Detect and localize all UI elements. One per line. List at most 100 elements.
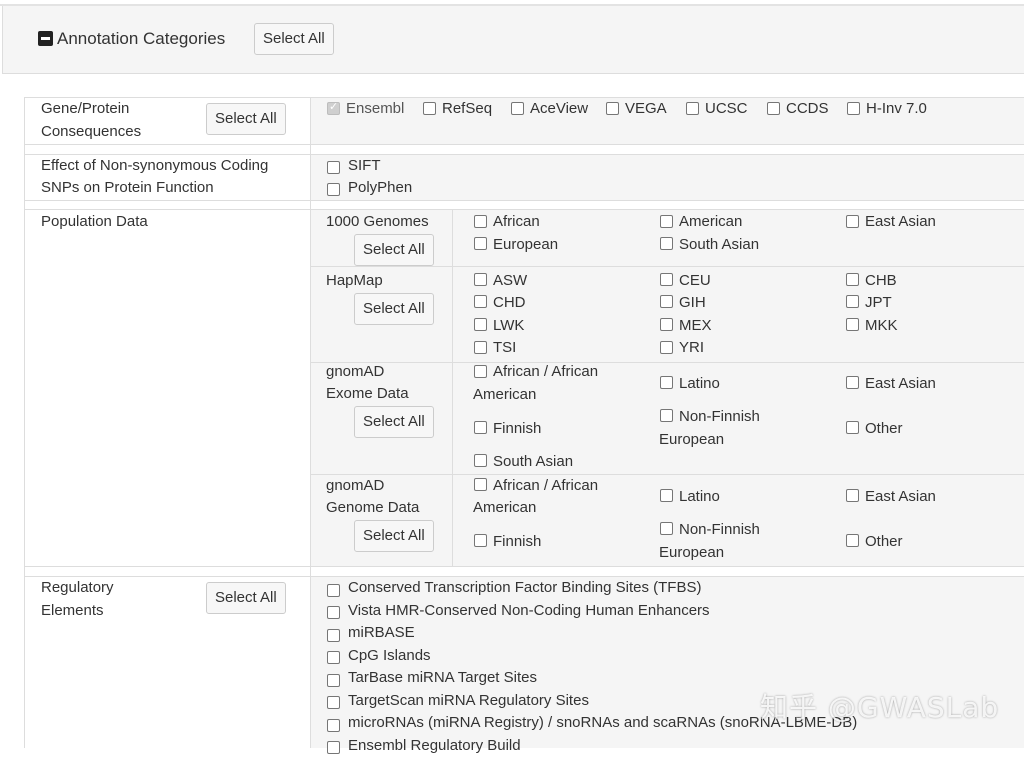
gnomad-exome-label-line1: gnomAD xyxy=(326,363,385,380)
hapmap-tsi-checkbox[interactable] xyxy=(474,341,487,354)
select-all-1000genomes-button[interactable]: Select All xyxy=(354,234,434,266)
hapmap-gih-label: GIH xyxy=(679,294,706,311)
tarbase-label: TarBase miRNA Target Sites xyxy=(348,669,537,686)
exome-finnish-checkbox[interactable] xyxy=(474,421,487,434)
nonsyn-label-line2: SNPs on Protein Function xyxy=(41,179,214,196)
vista-checkbox[interactable] xyxy=(327,606,340,619)
subrow-divider xyxy=(311,474,1024,475)
population-label: Population Data xyxy=(41,213,148,230)
row-divider xyxy=(24,200,1024,201)
exome-nonfinnish-checkbox[interactable] xyxy=(660,409,673,422)
hapmap-mex-checkbox[interactable] xyxy=(660,318,673,331)
select-all-gnomad-exome-button[interactable]: Select All xyxy=(354,406,434,438)
sift-checkbox[interactable] xyxy=(327,161,340,174)
hapmap-chd-checkbox[interactable] xyxy=(474,295,487,308)
select-all-regulatory-button[interactable]: Select All xyxy=(206,582,286,614)
ucsc-checkbox[interactable] xyxy=(686,102,699,115)
tfbs-checkbox[interactable] xyxy=(327,584,340,597)
tfbs-label: Conserved Transcription Factor Binding S… xyxy=(348,579,702,596)
polyphen-checkbox[interactable] xyxy=(327,183,340,196)
subrow-divider xyxy=(311,362,1024,363)
micrornas-checkbox[interactable] xyxy=(327,719,340,732)
genome-latino-checkbox[interactable] xyxy=(660,489,673,502)
exome-latino-checkbox[interactable] xyxy=(660,376,673,389)
sift-label: SIFT xyxy=(348,157,381,174)
hapmap-yri-checkbox[interactable] xyxy=(660,341,673,354)
select-all-categories-button[interactable]: Select All xyxy=(254,23,334,55)
g1000-american-label: American xyxy=(679,213,743,230)
hapmap-mex-label: MEX xyxy=(679,317,712,334)
tarbase-checkbox[interactable] xyxy=(327,674,340,687)
row-divider xyxy=(24,566,1024,567)
exome-african-label-cont: American xyxy=(473,386,537,403)
g1000-african-checkbox[interactable] xyxy=(474,215,487,228)
watermark-text: 知乎 @GWASLab xyxy=(760,691,1000,724)
subrow-divider xyxy=(311,266,1024,267)
hapmap-gih-checkbox[interactable] xyxy=(660,295,673,308)
ensembl-regulatory-build-label: Ensembl Regulatory Build xyxy=(348,737,521,754)
genome-east-asian-checkbox[interactable] xyxy=(846,489,859,502)
table-left-border xyxy=(24,97,25,748)
genome-east-asian-label: East Asian xyxy=(865,488,936,505)
ensembl-checkbox[interactable] xyxy=(327,100,340,115)
refseq-label: RefSeq xyxy=(442,100,493,117)
exome-african-label: African / African xyxy=(493,363,599,380)
refseq-checkbox[interactable] xyxy=(423,102,436,115)
exome-nonfinnish-label-cont: European xyxy=(659,431,725,448)
hapmap-yri-label: YRI xyxy=(679,339,705,356)
genome-nonfinnish-label-cont: European xyxy=(659,544,725,561)
ccds-label: CCDS xyxy=(786,100,829,117)
genome-african-checkbox[interactable] xyxy=(474,478,487,491)
hapmap-chb-checkbox[interactable] xyxy=(846,273,859,286)
cpg-islands-checkbox[interactable] xyxy=(327,651,340,664)
genome-nonfinnish-checkbox[interactable] xyxy=(660,522,673,535)
hapmap-asw-checkbox[interactable] xyxy=(474,273,487,286)
exome-african-checkbox[interactable] xyxy=(474,365,487,378)
hapmap-lwk-checkbox[interactable] xyxy=(474,318,487,331)
hapmap-label: HapMap xyxy=(326,272,383,289)
hapmap-ceu-label: CEU xyxy=(679,272,711,289)
g1000-european-checkbox[interactable] xyxy=(474,237,487,250)
vega-checkbox[interactable] xyxy=(606,102,619,115)
genome-latino-label: Latino xyxy=(679,488,720,505)
cpg-islands-label: CpG Islands xyxy=(348,647,431,664)
hapmap-tsi-label: TSI xyxy=(493,339,517,356)
vega-label: VEGA xyxy=(625,100,667,117)
select-all-gnomad-genome-button[interactable]: Select All xyxy=(354,520,434,552)
genome-finnish-checkbox[interactable] xyxy=(474,534,487,547)
exome-other-checkbox[interactable] xyxy=(846,421,859,434)
aceview-label: AceView xyxy=(530,100,589,117)
g1000-european-label: European xyxy=(493,236,559,253)
mirbase-label: miRBASE xyxy=(348,624,415,641)
ccds-checkbox[interactable] xyxy=(767,102,780,115)
select-all-hapmap-button[interactable]: Select All xyxy=(354,293,434,325)
panel-title[interactable]: Annotation Categories xyxy=(57,29,225,49)
genome-other-checkbox[interactable] xyxy=(846,534,859,547)
hapmap-chd-label: CHD xyxy=(493,294,526,311)
ensembl-label: Ensembl xyxy=(346,100,405,117)
column-divider xyxy=(310,97,311,748)
targetscan-label: TargetScan miRNA Regulatory Sites xyxy=(348,692,589,709)
exome-south-asian-checkbox[interactable] xyxy=(474,454,487,467)
exome-east-asian-checkbox[interactable] xyxy=(846,376,859,389)
regulatory-label-line1: Regulatory xyxy=(41,579,114,596)
collapse-minus-icon[interactable] xyxy=(38,31,53,46)
exome-nonfinnish-label: Non-Finnish xyxy=(679,408,760,425)
hapmap-jpt-label: JPT xyxy=(865,294,892,311)
hapmap-ceu-checkbox[interactable] xyxy=(660,273,673,286)
hapmap-asw-label: ASW xyxy=(493,272,528,289)
genome-african-label: African / African xyxy=(493,477,599,494)
aceview-checkbox[interactable] xyxy=(511,102,524,115)
g1000-african-label: African xyxy=(493,213,540,230)
exome-south-asian-label: South Asian xyxy=(493,453,574,470)
mirbase-checkbox[interactable] xyxy=(327,629,340,642)
targetscan-checkbox[interactable] xyxy=(327,696,340,709)
select-all-gene-button[interactable]: Select All xyxy=(206,103,286,135)
g1000-american-checkbox[interactable] xyxy=(660,215,673,228)
hapmap-jpt-checkbox[interactable] xyxy=(846,295,859,308)
g1000-south-asian-checkbox[interactable] xyxy=(660,237,673,250)
hapmap-mkk-checkbox[interactable] xyxy=(846,318,859,331)
g1000-south-asian-label: South Asian xyxy=(679,236,760,253)
g1000-east-asian-checkbox[interactable] xyxy=(846,215,859,228)
hinv-checkbox[interactable] xyxy=(847,102,860,115)
